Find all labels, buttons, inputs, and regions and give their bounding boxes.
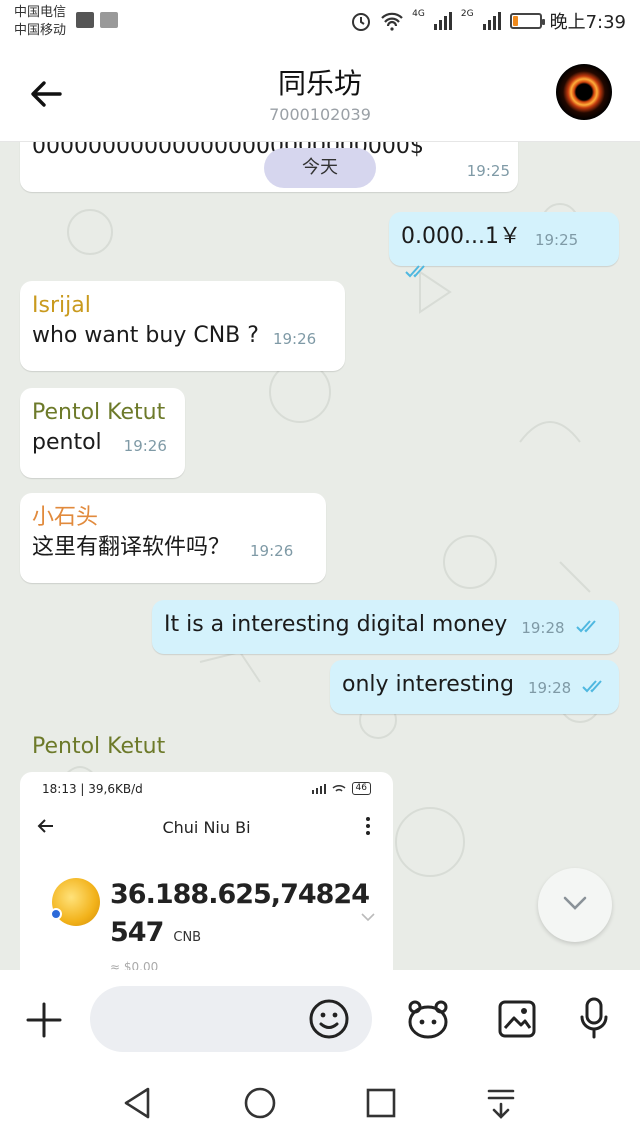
message-sender[interactable]: Pentol Ketut: [32, 398, 173, 428]
carrier-1: 中国电信: [14, 5, 67, 20]
message-sender[interactable]: 小石头: [32, 503, 314, 533]
nav-home-icon[interactable]: [243, 1086, 277, 1120]
message-time: 19:26: [272, 330, 317, 348]
battery-icon: [509, 13, 545, 29]
clock: 晚上7:39: [549, 12, 626, 33]
usd-value: ≈ $0.00: [110, 960, 159, 970]
message-time: 19:25: [534, 231, 579, 249]
chat-title[interactable]: 同乐坊: [0, 62, 640, 102]
attach-plus-button[interactable]: [22, 998, 66, 1042]
read-receipt-icon: [575, 620, 596, 633]
carrier-labels: 中国电信 中国移动: [14, 4, 66, 40]
amount-line-1: 36.188.625,74824: [110, 879, 370, 910]
chevron-down-icon: [563, 896, 587, 910]
currency-label: CNB: [173, 930, 202, 945]
signal-icon-2: [482, 12, 501, 30]
system-navigation-bar: [0, 1068, 640, 1138]
alarm-icon: [352, 13, 371, 31]
notification-icons: [76, 12, 118, 28]
wifi-icon: [381, 12, 403, 31]
chat-header: 同乐坊 7000102039: [0, 44, 640, 142]
gallery-icon[interactable]: [498, 1000, 536, 1038]
group-avatar[interactable]: [556, 64, 612, 120]
message-sender[interactable]: Isrijal: [32, 291, 333, 321]
chat-subtitle: 7000102039: [269, 105, 371, 124]
notification-icon: [76, 12, 94, 28]
image-message[interactable]: 18:13 | 39,6KB/d 46 Chui Niu Bi 36.188.6…: [20, 772, 393, 970]
screenshot-title: Chui Niu Bi: [162, 818, 251, 837]
message-text: 这里有翻译软件吗？: [32, 535, 231, 560]
message-bubble-incoming[interactable]: Pentol Ketut pentol 19:26: [20, 388, 185, 478]
carrier-2: 中国移动: [14, 23, 67, 38]
emoji-icon[interactable]: [308, 998, 350, 1040]
wifi-icon: [332, 784, 346, 792]
sticker-icon[interactable]: [406, 998, 450, 1040]
battery-level: [512, 16, 519, 26]
nav-recents-icon[interactable]: [366, 1086, 396, 1120]
scroll-to-bottom-button[interactable]: [538, 868, 612, 942]
network-type-1: 4G: [412, 9, 425, 19]
date-separator: 今天: [264, 148, 376, 188]
nav-notifications-icon[interactable]: [486, 1086, 516, 1120]
message-text: pentol: [32, 430, 102, 455]
message-text: 0.000...1￥: [401, 224, 521, 249]
message-bubble-outgoing[interactable]: 0.000...1￥ 19:25: [389, 212, 619, 278]
message-input[interactable]: [108, 998, 308, 1040]
microphone-icon[interactable]: [578, 996, 610, 1040]
message-time: 19:28: [521, 619, 565, 637]
message-text: only interesting: [342, 672, 514, 697]
screenshot-amount: 36.188.625,74824 547 CNB: [110, 876, 370, 957]
message-bubble-outgoing[interactable]: only interesting 19:28: [330, 660, 619, 714]
message-bubble-incoming[interactable]: Isrijal who want buy CNB ? 19:26: [20, 281, 345, 371]
status-bar: 中国电信 中国移动 4G 2G 晚上7:39: [0, 0, 640, 44]
more-vert-icon: [366, 817, 370, 835]
chevron-down-icon: [361, 913, 375, 922]
screenshot-status-icons: 46: [311, 782, 371, 795]
signal-icon: [311, 783, 326, 794]
message-bubble-outgoing[interactable]: It is a interesting digital money 19:28: [152, 600, 619, 654]
message-list[interactable]: 000000000000000000000000000$ 19:25 今天 0.…: [0, 142, 640, 970]
message-time: 19:25: [466, 162, 510, 180]
status-right: 4G 2G 晚上7:39: [350, 8, 626, 34]
screenshot-status-text: 18:13 | 39,6KB/d: [42, 782, 143, 796]
badge-icon: [50, 908, 62, 920]
nav-back-icon[interactable]: [122, 1086, 154, 1120]
message-bubble-incoming[interactable]: 小石头 这里有翻译软件吗？ 19:26: [20, 493, 326, 583]
read-receipt-icon: [405, 265, 425, 278]
message-text: who want buy CNB ?: [32, 323, 259, 348]
message-time: 19:26: [250, 542, 294, 560]
network-type-2: 2G: [460, 9, 474, 19]
message-time: 19:26: [123, 437, 167, 455]
image-notification-icon: [100, 12, 118, 28]
message-sender[interactable]: Pentol Ketut: [32, 734, 165, 759]
amount-line-2-value: 547: [110, 917, 164, 948]
battery-icon: 46: [351, 782, 371, 795]
signal-icon-1: [433, 12, 452, 30]
message-text: It is a interesting digital money: [164, 612, 508, 637]
amount-line-2: 547 CNB: [110, 914, 369, 957]
composer-bar: [0, 970, 640, 1068]
read-receipt-icon: [582, 680, 602, 693]
message-time: 19:28: [527, 679, 572, 697]
